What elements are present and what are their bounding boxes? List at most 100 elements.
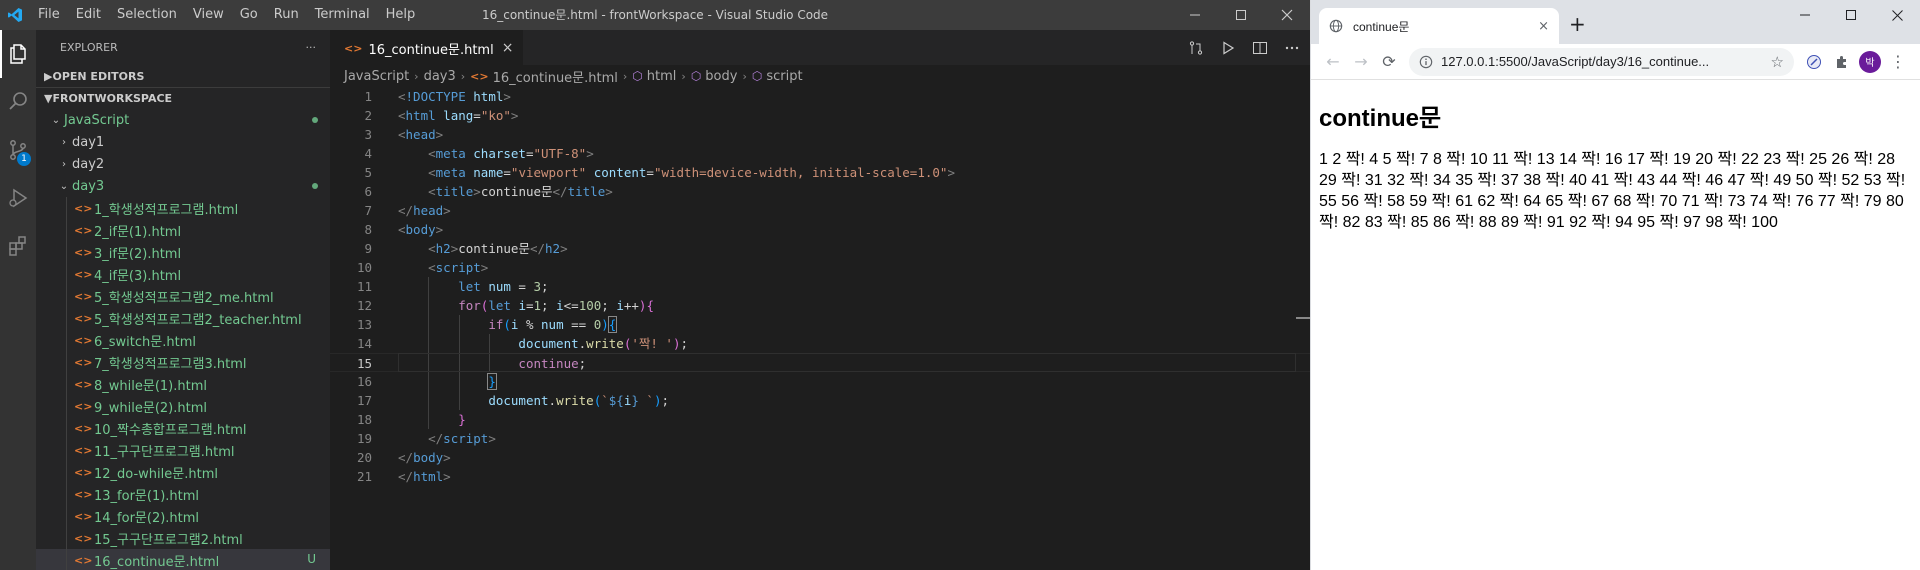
minimize-button[interactable] (1172, 0, 1218, 30)
breadcrumb-item[interactable]: day3 (424, 69, 456, 84)
menu-go[interactable]: Go (232, 0, 266, 30)
line-content: } (398, 372, 497, 391)
element-icon: ⬡ (751, 69, 763, 83)
file-item[interactable]: <> 14_for문(2).html (36, 505, 330, 527)
puzzle-icon[interactable] (1828, 48, 1856, 76)
code-token: . (548, 393, 557, 408)
folder-javascript[interactable]: ⌄ JavaScript (36, 109, 330, 131)
explorer-icon[interactable] (0, 30, 36, 78)
menu-help[interactable]: Help (378, 0, 424, 30)
more-actions-icon[interactable]: ··· (306, 41, 317, 54)
code-token: continue문 (458, 241, 530, 256)
chevron-right-icon: › (742, 69, 747, 83)
code-token: ; (661, 393, 670, 408)
file-item[interactable]: <> 3_if문(2).html (36, 241, 330, 263)
code-token: i (518, 298, 526, 313)
extension-icon[interactable] (1800, 48, 1828, 76)
breadcrumb-item[interactable]: script (766, 69, 802, 84)
folder-day1[interactable]: › day1 (36, 131, 330, 153)
new-tab-button[interactable]: + (1569, 14, 1586, 34)
code-editor[interactable]: 1 <!DOCTYPE html> 2 <html lang="ko"> 3 <head>… (330, 87, 1310, 570)
file-item[interactable]: <> 6_switch문.html (36, 329, 330, 351)
file-item[interactable]: <> 1_학생성적프로그램.html (36, 197, 330, 219)
profile-avatar[interactable]: 박 (1856, 48, 1884, 76)
menu-selection[interactable]: Selection (109, 0, 185, 30)
element-icon: ⬡ (632, 69, 643, 83)
code-line: 5 <meta name="viewport" content="width=d… (330, 163, 1310, 182)
file-item[interactable]: <> 8_while문(1).html (36, 373, 330, 395)
element-icon: ⬡ (690, 69, 702, 83)
extensions-icon[interactable] (0, 222, 36, 270)
menu-terminal[interactable]: Terminal (307, 0, 378, 30)
bookmark-star-icon[interactable]: ☆ (1771, 53, 1784, 71)
menu-edit[interactable]: Edit (68, 0, 109, 30)
globe-icon (1329, 19, 1343, 33)
page-heading: continue문 (1319, 105, 1442, 132)
menu-bar: File Edit Selection View Go Run Terminal… (30, 0, 423, 30)
file-item[interactable]: <> 12_do-while문.html (36, 461, 330, 483)
menu-view[interactable]: View (185, 0, 232, 30)
folder-day2[interactable]: › day2 (36, 153, 330, 175)
folder-label: day2 (72, 156, 105, 172)
address-bar[interactable]: 127.0.0.1:5500/JavaScript/day3/16_contin… (1409, 47, 1794, 76)
line-content: <body> (398, 220, 443, 239)
source-control-icon[interactable]: 1 (0, 126, 36, 174)
indent-guide (458, 391, 460, 410)
file-item[interactable]: <> 16_continue문.html U (36, 549, 330, 570)
maximize-button[interactable] (1828, 0, 1874, 30)
chevron-right-icon: › (681, 69, 686, 83)
maximize-button[interactable] (1218, 0, 1264, 30)
file-item[interactable]: <> 15_구구단프로그램2.html (36, 527, 330, 549)
close-button[interactable] (1264, 0, 1310, 30)
close-icon[interactable]: × (1538, 19, 1549, 34)
code-line: 2 <html lang="ko"> (330, 106, 1310, 125)
tab-16-continue[interactable]: <> 16_continue문.html × (330, 30, 524, 65)
code-line: 3 <head> (330, 125, 1310, 144)
split-editor-icon[interactable] (1250, 38, 1270, 58)
file-item[interactable]: <> 5_학생성적프로그램2_teacher.html (36, 307, 330, 329)
forward-arrow-icon[interactable]: → (1347, 48, 1375, 76)
file-item[interactable]: <> 11_구구단프로그램.html (36, 439, 330, 461)
file-item[interactable]: <> 9_while문(2).html (36, 395, 330, 417)
line-number: 7 (364, 203, 372, 218)
file-item[interactable]: <> 10_짝수총합프로그램.html (36, 417, 330, 439)
reload-icon[interactable]: ⟳ (1375, 48, 1403, 76)
menu-file[interactable]: File (30, 0, 68, 30)
html-file-icon: <> (74, 509, 93, 523)
run-debug-icon[interactable] (0, 174, 36, 222)
line-number: 13 (356, 317, 372, 332)
folder-day3[interactable]: ⌄ day3 (36, 175, 330, 197)
chevron-right-icon: ▶ (44, 69, 53, 83)
indent-guide (66, 505, 67, 527)
code-token: > (443, 469, 451, 484)
code-token: } (631, 393, 639, 408)
file-item[interactable]: <> 13_for문(1).html (36, 483, 330, 505)
code-token: ` (638, 393, 654, 408)
code-token: body (405, 222, 436, 237)
code-token: 1 (533, 298, 542, 313)
file-label: 1_학생성적프로그램.html (94, 202, 239, 218)
open-editors-section[interactable]: ▶ OPEN EDITORS (36, 65, 330, 87)
open-changes-icon[interactable] (1186, 38, 1206, 58)
close-button[interactable] (1874, 0, 1920, 30)
file-item[interactable]: <> 7_학생성적프로그램3.html (36, 351, 330, 373)
file-item[interactable]: <> 2_if문(1).html (36, 219, 330, 241)
menu-run[interactable]: Run (266, 0, 307, 30)
workspace-section[interactable]: ▼ FRONTWORKSPACE (36, 87, 330, 109)
browser-tab[interactable]: continue문 × (1319, 8, 1559, 44)
breadcrumb-item[interactable]: JavaScript (344, 69, 409, 84)
file-item[interactable]: <> 4_if문(3).html (36, 263, 330, 285)
close-icon[interactable]: × (502, 40, 514, 56)
breadcrumb-item[interactable]: html (647, 69, 677, 84)
run-icon[interactable] (1218, 38, 1238, 58)
search-icon[interactable] (0, 78, 36, 126)
code-token: meta (435, 146, 466, 161)
breadcrumb-item[interactable]: 16_continue문.html (493, 67, 618, 86)
back-arrow-icon[interactable]: ← (1319, 48, 1347, 76)
browser-menu-icon[interactable]: ⋮ (1884, 48, 1912, 76)
file-item[interactable]: <> 5_학생성적프로그램2_me.html (36, 285, 330, 307)
more-icon[interactable] (1282, 38, 1302, 58)
breadcrumb-item[interactable]: body (705, 69, 737, 84)
minimize-button[interactable] (1782, 0, 1828, 30)
code-token: < (398, 108, 406, 123)
